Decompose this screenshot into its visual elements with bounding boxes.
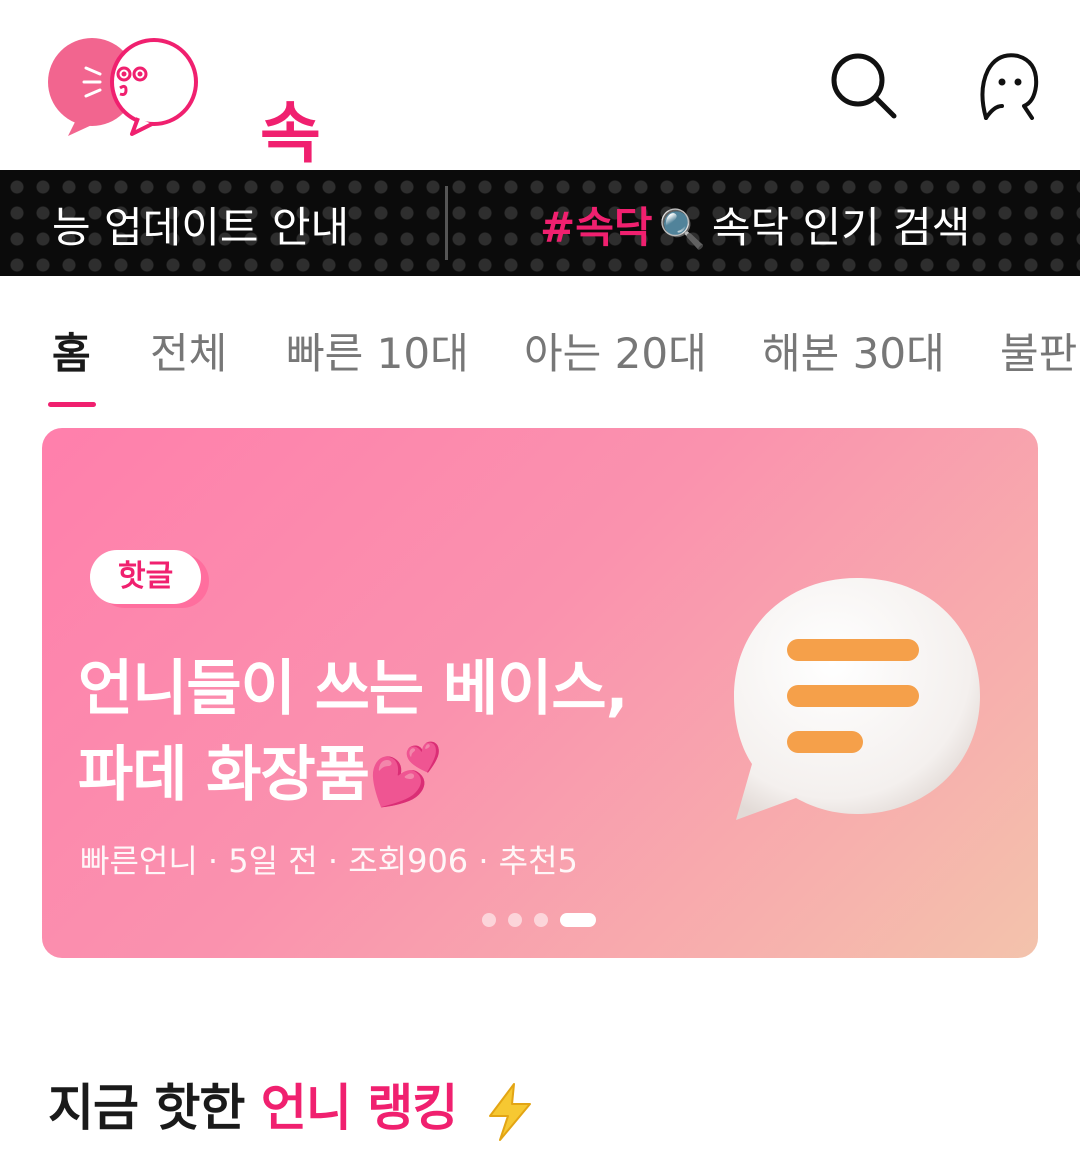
- carousel-dot[interactable]: [534, 913, 548, 927]
- carousel-dot[interactable]: [508, 913, 522, 927]
- logo-speech-bubbles-icon: [48, 38, 198, 136]
- ticker-hashtag: #속닥: [540, 203, 653, 252]
- ticker-popular-search[interactable]: #속닥 🔍 속닥 인기 검색: [540, 194, 970, 255]
- tab-thirties[interactable]: 해본 30대: [762, 320, 945, 381]
- notice-ticker[interactable]: 능 업데이트 안내 #속닥 🔍 속닥 인기 검색: [0, 170, 1080, 276]
- section-title-accent: 언니 랭킹: [260, 1079, 458, 1137]
- carousel-dot[interactable]: [482, 913, 496, 927]
- search-button[interactable]: [828, 50, 898, 120]
- speech-bubble-icon: [734, 578, 980, 820]
- ranking-section-title: 지금 핫한 언니 랭킹: [48, 1068, 536, 1142]
- category-tabs: 홈 전체 빠른 10대 아는 20대 해본 30대 불판: [0, 276, 1080, 410]
- section-title-plain: 지금 핫한: [48, 1079, 261, 1137]
- tab-all[interactable]: 전체: [150, 320, 227, 381]
- active-tab-indicator: [48, 402, 96, 407]
- search-icon: [831, 53, 897, 119]
- tab-hot-board[interactable]: 불판: [1000, 320, 1077, 381]
- profile-button[interactable]: [972, 50, 1042, 120]
- profile-icon: [980, 53, 1039, 120]
- lightning-icon: [488, 1082, 531, 1141]
- magnifier-emoji-icon: 🔍: [658, 207, 706, 251]
- hot-badge: 핫글: [90, 550, 202, 604]
- carousel-dot-active[interactable]: [560, 913, 596, 927]
- banner-meta: 빠른언니 · 5일 전 · 조회906 · 추천5: [80, 842, 578, 880]
- app-header: 속닥: [0, 0, 1080, 268]
- ticker-divider: [445, 186, 448, 260]
- tab-home[interactable]: 홈: [52, 320, 91, 381]
- banner-title: 언니들이 쓰는 베이스, 파데 화장품💕: [78, 654, 628, 810]
- hot-post-banner[interactable]: 핫글 언니들이 쓰는 베이스, 파데 화장품💕 빠른언니 · 5일 전 · 조회…: [42, 428, 1038, 958]
- ticker-popular-label: 속닥 인기 검색: [711, 203, 971, 252]
- app-logo[interactable]: 속닥: [46, 36, 346, 268]
- tab-teens[interactable]: 빠른 10대: [286, 320, 469, 381]
- tab-twenties[interactable]: 아는 20대: [524, 320, 707, 381]
- ticker-notice[interactable]: 능 업데이트 안내: [52, 194, 349, 255]
